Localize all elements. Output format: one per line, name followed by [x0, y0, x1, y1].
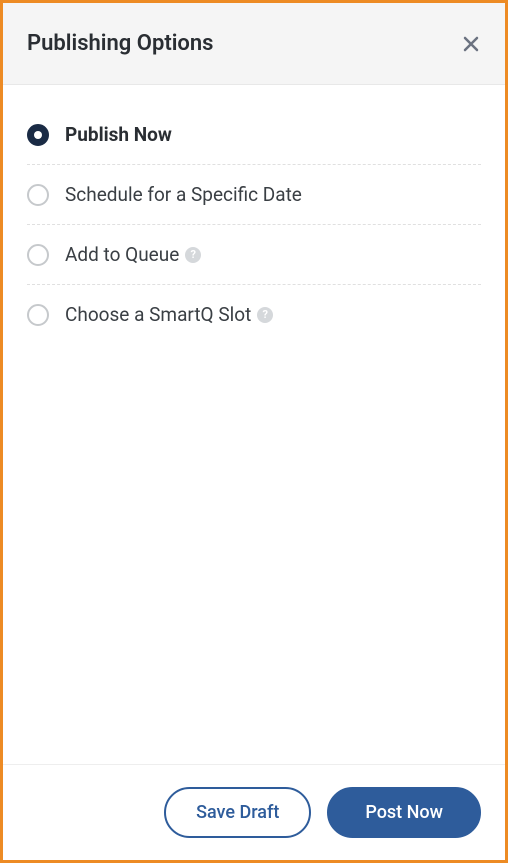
radio-icon: [27, 184, 49, 206]
option-add-to-queue[interactable]: Add to Queue ?: [27, 225, 481, 285]
dialog-footer: Save Draft Post Now: [3, 764, 505, 860]
save-draft-button[interactable]: Save Draft: [164, 787, 311, 838]
option-label: Schedule for a Specific Date: [65, 183, 302, 206]
option-label: Choose a SmartQ Slot: [65, 303, 251, 326]
radio-icon: [27, 124, 49, 146]
option-label: Add to Queue: [65, 243, 179, 266]
post-now-button[interactable]: Post Now: [327, 787, 481, 838]
publishing-options-list: Publish Now Schedule for a Specific Date…: [3, 85, 505, 764]
help-icon[interactable]: ?: [185, 247, 201, 263]
option-publish-now[interactable]: Publish Now: [27, 105, 481, 165]
help-icon[interactable]: ?: [257, 307, 273, 323]
option-label: Publish Now: [65, 123, 172, 146]
radio-icon: [27, 304, 49, 326]
dialog-header: Publishing Options: [3, 3, 505, 85]
close-icon[interactable]: [461, 34, 481, 54]
option-smartq-slot[interactable]: Choose a SmartQ Slot ?: [27, 285, 481, 344]
option-schedule-date[interactable]: Schedule for a Specific Date: [27, 165, 481, 225]
dialog-title: Publishing Options: [27, 31, 213, 56]
radio-icon: [27, 244, 49, 266]
